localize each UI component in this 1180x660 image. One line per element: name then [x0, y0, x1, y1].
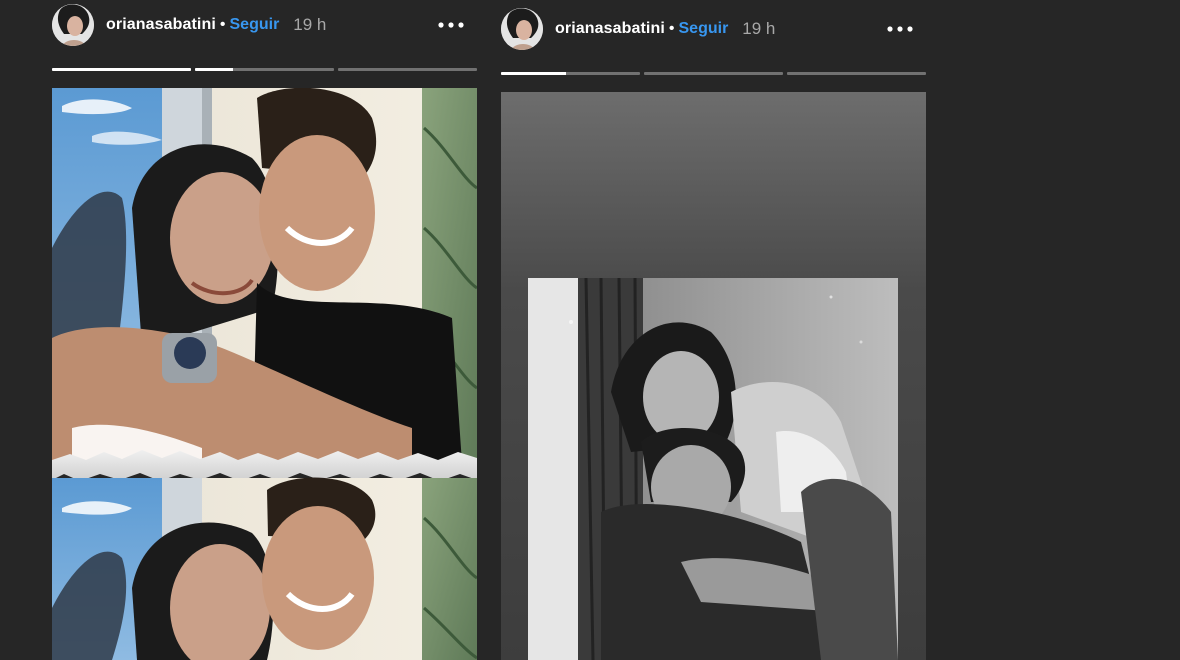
- follow-button[interactable]: Seguir: [230, 16, 280, 34]
- separator-dot: •: [668, 20, 675, 37]
- story-header: orianasabatini • Seguir 19 h: [52, 2, 477, 48]
- progress-fill: [195, 68, 233, 71]
- story-progress: [501, 72, 926, 75]
- more-horizontal-icon[interactable]: [884, 14, 916, 44]
- progress-segment: [338, 68, 477, 71]
- progress-segment: [787, 72, 926, 75]
- progress-fill: [501, 72, 567, 75]
- avatar[interactable]: [52, 4, 94, 46]
- timestamp: 19 h: [742, 19, 776, 38]
- follow-button[interactable]: Seguir: [679, 20, 729, 38]
- progress-segment: [195, 68, 334, 71]
- progress-segment: [644, 72, 783, 75]
- progress-fill: [52, 68, 191, 71]
- progress-segment: [52, 68, 191, 71]
- photo-top: [52, 88, 477, 463]
- story-image[interactable]: [501, 92, 926, 660]
- username[interactable]: orianasabatini: [555, 20, 665, 38]
- timestamp: 19 h: [293, 15, 327, 34]
- photo-bottom: [52, 477, 477, 660]
- more-horizontal-icon[interactable]: [435, 10, 467, 40]
- avatar[interactable]: [501, 8, 543, 50]
- bw-photo: [528, 277, 898, 660]
- username[interactable]: orianasabatini: [106, 16, 216, 34]
- story-progress: [52, 68, 477, 71]
- story-viewer: orianasabatini • Seguir 19 h orianasabat…: [0, 0, 1180, 660]
- progress-segment: [501, 72, 640, 75]
- story-header: orianasabatini • Seguir 19 h: [501, 6, 926, 52]
- story-image[interactable]: [52, 88, 477, 660]
- separator-dot: •: [219, 16, 226, 33]
